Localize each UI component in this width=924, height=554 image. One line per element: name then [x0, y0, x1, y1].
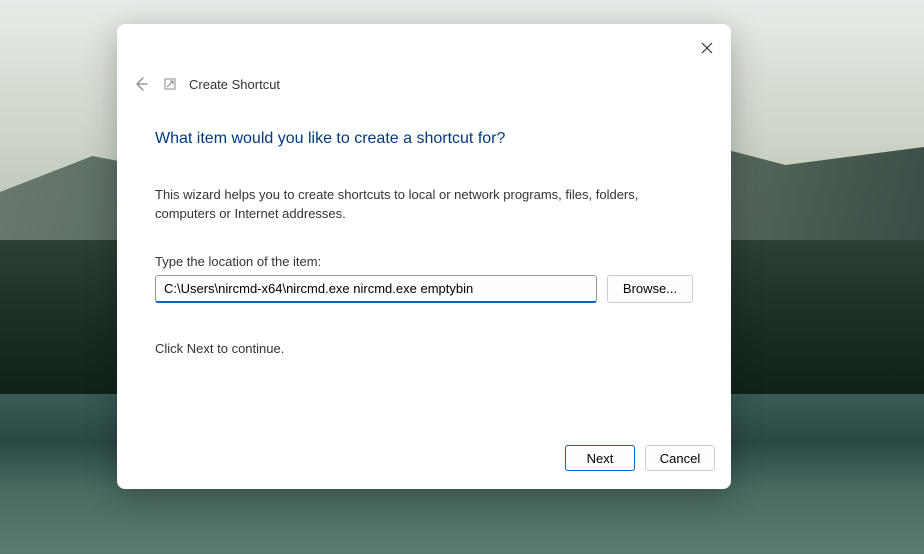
close-button[interactable] [697, 38, 717, 58]
continue-instruction: Click Next to continue. [155, 341, 693, 356]
dialog-header: Create Shortcut [117, 24, 731, 94]
dialog-footer: Next Cancel [117, 431, 731, 489]
next-button[interactable]: Next [565, 445, 635, 471]
create-shortcut-dialog: Create Shortcut What item would you like… [117, 24, 731, 489]
dialog-title: Create Shortcut [189, 77, 280, 92]
wizard-description: This wizard helps you to create shortcut… [155, 186, 693, 224]
location-label: Type the location of the item: [155, 254, 693, 269]
location-input-row: Browse... [155, 275, 693, 303]
back-button[interactable] [131, 74, 151, 94]
cancel-button[interactable]: Cancel [645, 445, 715, 471]
shortcut-icon [163, 77, 177, 91]
wizard-heading: What item would you like to create a sho… [155, 130, 693, 148]
back-arrow-icon [133, 76, 149, 92]
dialog-body: What item would you like to create a sho… [117, 94, 731, 431]
close-icon [701, 42, 713, 54]
location-input[interactable] [155, 275, 597, 303]
browse-button[interactable]: Browse... [607, 275, 693, 303]
